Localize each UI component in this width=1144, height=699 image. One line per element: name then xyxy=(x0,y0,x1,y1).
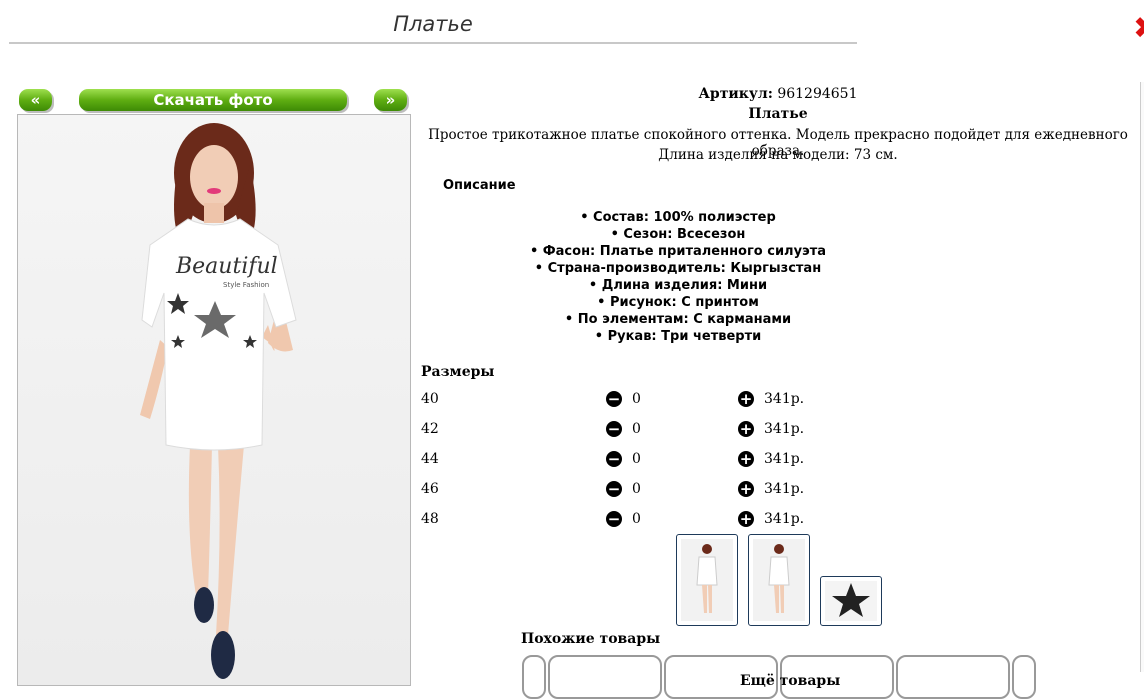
property-composition: • Состав: 100% полиэстер xyxy=(580,210,776,225)
description-properties: • Состав: 100% полиэстер • Сезон: Всесез… xyxy=(417,209,939,345)
property-pattern: • Рисунок: С принтом xyxy=(597,295,759,310)
plus-circle-icon[interactable]: + xyxy=(738,391,754,407)
photo-thumbnail-back[interactable] xyxy=(748,534,810,626)
size-quantity: 0 xyxy=(632,481,641,497)
print-subtext: Style Fashion xyxy=(223,281,269,289)
size-value: 48 xyxy=(421,511,439,527)
size-price: 341р. xyxy=(764,481,805,497)
minus-circle-icon[interactable]: − xyxy=(606,511,622,527)
more-products-heading: Ещё товары xyxy=(740,673,841,689)
title-divider xyxy=(9,42,857,44)
size-quantity: 0 xyxy=(632,511,641,527)
size-quantity: 0 xyxy=(632,421,641,437)
size-price: 341р. xyxy=(764,451,805,467)
size-value: 42 xyxy=(421,421,439,437)
size-price: 341р. xyxy=(764,421,805,437)
property-length: • Длина изделия: Мини xyxy=(588,278,768,293)
size-value: 44 xyxy=(421,451,439,467)
photo-thumbnail-front[interactable] xyxy=(676,534,738,626)
size-value: 46 xyxy=(421,481,439,497)
similar-scroll-left-button[interactable] xyxy=(522,655,546,699)
next-photo-button[interactable]: » xyxy=(374,89,407,111)
print-text: Beautiful xyxy=(175,254,278,279)
article-line: Артикул: 961294651 xyxy=(417,86,1139,102)
prev-photo-button[interactable]: « xyxy=(19,89,52,111)
property-country: • Страна-производитель: Кыргызстан xyxy=(534,261,822,276)
product-name: Платье xyxy=(748,106,808,122)
property-elements: • По элементам: С карманами xyxy=(564,312,792,327)
page-scrollbar[interactable] xyxy=(1140,82,1144,672)
similar-scroll-right-button[interactable] xyxy=(1012,655,1036,699)
plus-circle-icon[interactable]: + xyxy=(738,481,754,497)
article-label: Артикул: xyxy=(698,86,773,102)
size-quantity: 0 xyxy=(632,391,641,407)
size-price: 341р. xyxy=(764,391,805,407)
close-icon[interactable]: ✖ xyxy=(1133,14,1144,44)
photo-thumbnail-detail[interactable] xyxy=(820,576,882,626)
plus-circle-icon[interactable]: + xyxy=(738,421,754,437)
property-style: • Фасон: Платье приталенного силуэта xyxy=(529,244,827,259)
size-quantity: 0 xyxy=(632,451,641,467)
article-value: 961294651 xyxy=(777,86,858,102)
page-title: Платье xyxy=(393,12,473,36)
minus-circle-icon[interactable]: − xyxy=(606,421,622,437)
minus-circle-icon[interactable]: − xyxy=(606,481,622,497)
main-product-photo[interactable]: Beautiful Style Fashion xyxy=(17,114,411,686)
minus-circle-icon[interactable]: − xyxy=(606,451,622,467)
size-price: 341р. xyxy=(764,511,805,527)
plus-circle-icon[interactable]: + xyxy=(738,451,754,467)
similar-product-card[interactable] xyxy=(548,655,662,699)
property-season: • Сезон: Всесезон xyxy=(610,227,746,242)
product-summary-line2: Длина изделия на модели: 73 см. xyxy=(658,147,898,163)
similar-product-card[interactable] xyxy=(896,655,1010,699)
sizes-heading: Размеры xyxy=(421,364,495,380)
minus-circle-icon[interactable]: − xyxy=(606,391,622,407)
plus-circle-icon[interactable]: + xyxy=(738,511,754,527)
description-heading: Описание xyxy=(443,178,516,193)
download-photo-button[interactable]: Скачать фото xyxy=(79,89,347,111)
size-value: 40 xyxy=(421,391,439,407)
similar-products-heading: Похожие товары xyxy=(521,631,661,647)
property-sleeve: • Рукав: Три четверти xyxy=(594,329,762,344)
